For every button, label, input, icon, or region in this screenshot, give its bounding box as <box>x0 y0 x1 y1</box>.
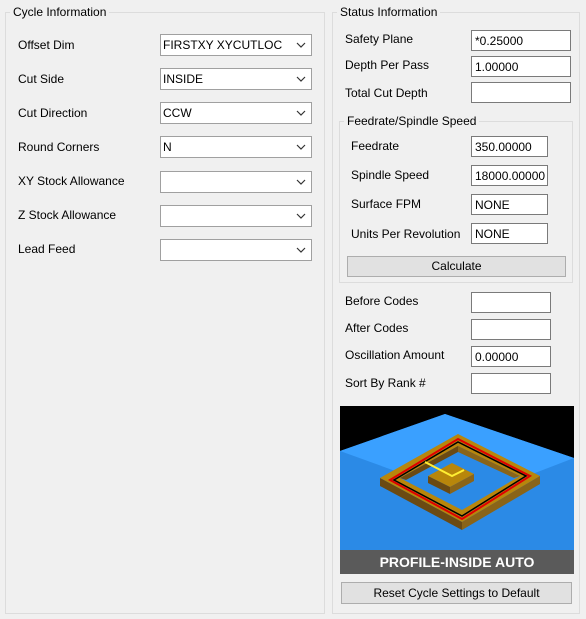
chevron-down-icon[interactable] <box>294 106 308 120</box>
offset-dim-value: FIRSTXY XYCUTLOC <box>163 38 283 52</box>
offset-dim-select[interactable]: FIRSTXY XYCUTLOC <box>160 34 312 56</box>
round-corners-select[interactable]: N <box>160 136 312 158</box>
units-per-revolution-label: Units Per Revolution <box>351 227 461 241</box>
profile-inside-illustration <box>340 406 574 574</box>
reset-cycle-settings-button[interactable]: Reset Cycle Settings to Default <box>341 582 572 604</box>
oscillation-amount-input[interactable]: 0.00000 <box>471 346 551 367</box>
preview-caption: PROFILE-INSIDE AUTO <box>340 550 574 574</box>
status-information-title: Status Information <box>337 5 441 19</box>
lead-feed-label: Lead Feed <box>18 242 76 256</box>
sort-by-rank-input[interactable] <box>471 373 551 394</box>
cut-direction-select[interactable]: CCW <box>160 102 312 124</box>
total-cut-depth-label: Total Cut Depth <box>345 86 428 100</box>
safety-plane-input[interactable]: *0.25000 <box>471 30 571 51</box>
before-codes-input[interactable] <box>471 292 551 313</box>
spindle-speed-value: 18000.00000 <box>475 169 546 183</box>
cycle-preview-image: PROFILE-INSIDE AUTO <box>340 406 574 574</box>
depth-per-pass-label: Depth Per Pass <box>345 58 430 72</box>
xy-stock-allowance-select[interactable] <box>160 171 312 193</box>
spindle-speed-input[interactable]: 18000.00000 <box>471 165 548 186</box>
surface-fpm-input[interactable]: NONE <box>471 194 548 215</box>
oscillation-amount-value: 0.00000 <box>475 350 519 364</box>
offset-dim-label: Offset Dim <box>18 38 75 52</box>
chevron-down-icon[interactable] <box>294 243 308 257</box>
depth-per-pass-value: 1.00000 <box>475 60 519 74</box>
after-codes-label: After Codes <box>345 321 409 335</box>
cut-direction-label: Cut Direction <box>18 106 88 120</box>
z-stock-allowance-select[interactable] <box>160 205 312 227</box>
spindle-speed-label: Spindle Speed <box>351 168 430 182</box>
chevron-down-icon[interactable] <box>294 140 308 154</box>
after-codes-input[interactable] <box>471 319 551 340</box>
cut-direction-value: CCW <box>163 106 192 120</box>
chevron-down-icon[interactable] <box>294 209 308 223</box>
total-cut-depth-input[interactable] <box>471 82 571 103</box>
before-codes-label: Before Codes <box>345 294 419 308</box>
oscillation-amount-label: Oscillation Amount <box>345 348 445 362</box>
round-corners-label: Round Corners <box>18 140 100 154</box>
units-per-revolution-input[interactable]: NONE <box>471 223 548 244</box>
feedrate-input[interactable]: 350.00000 <box>471 136 548 157</box>
cut-side-value: INSIDE <box>163 72 204 86</box>
round-corners-value: N <box>163 140 172 154</box>
depth-per-pass-input[interactable]: 1.00000 <box>471 56 571 77</box>
surface-fpm-value: NONE <box>475 198 510 212</box>
cut-side-label: Cut Side <box>18 72 65 86</box>
cycle-information-title: Cycle Information <box>10 5 110 19</box>
feedrate-spindle-title: Feedrate/Spindle Speed <box>344 114 480 128</box>
cut-side-select[interactable]: INSIDE <box>160 68 312 90</box>
chevron-down-icon[interactable] <box>294 38 308 52</box>
safety-plane-label: Safety Plane <box>345 32 414 46</box>
lead-feed-select[interactable] <box>160 239 312 261</box>
units-per-revolution-value: NONE <box>475 227 510 241</box>
surface-fpm-label: Surface FPM <box>351 197 422 211</box>
safety-plane-value: *0.25000 <box>475 34 524 48</box>
xy-stock-allowance-label: XY Stock Allowance <box>18 174 125 188</box>
chevron-down-icon[interactable] <box>294 175 308 189</box>
sort-by-rank-label: Sort By Rank # <box>345 376 426 390</box>
calculate-button[interactable]: Calculate <box>347 256 566 277</box>
feedrate-value: 350.00000 <box>475 140 532 154</box>
chevron-down-icon[interactable] <box>294 72 308 86</box>
z-stock-allowance-label: Z Stock Allowance <box>18 208 117 222</box>
feedrate-label: Feedrate <box>351 139 400 153</box>
